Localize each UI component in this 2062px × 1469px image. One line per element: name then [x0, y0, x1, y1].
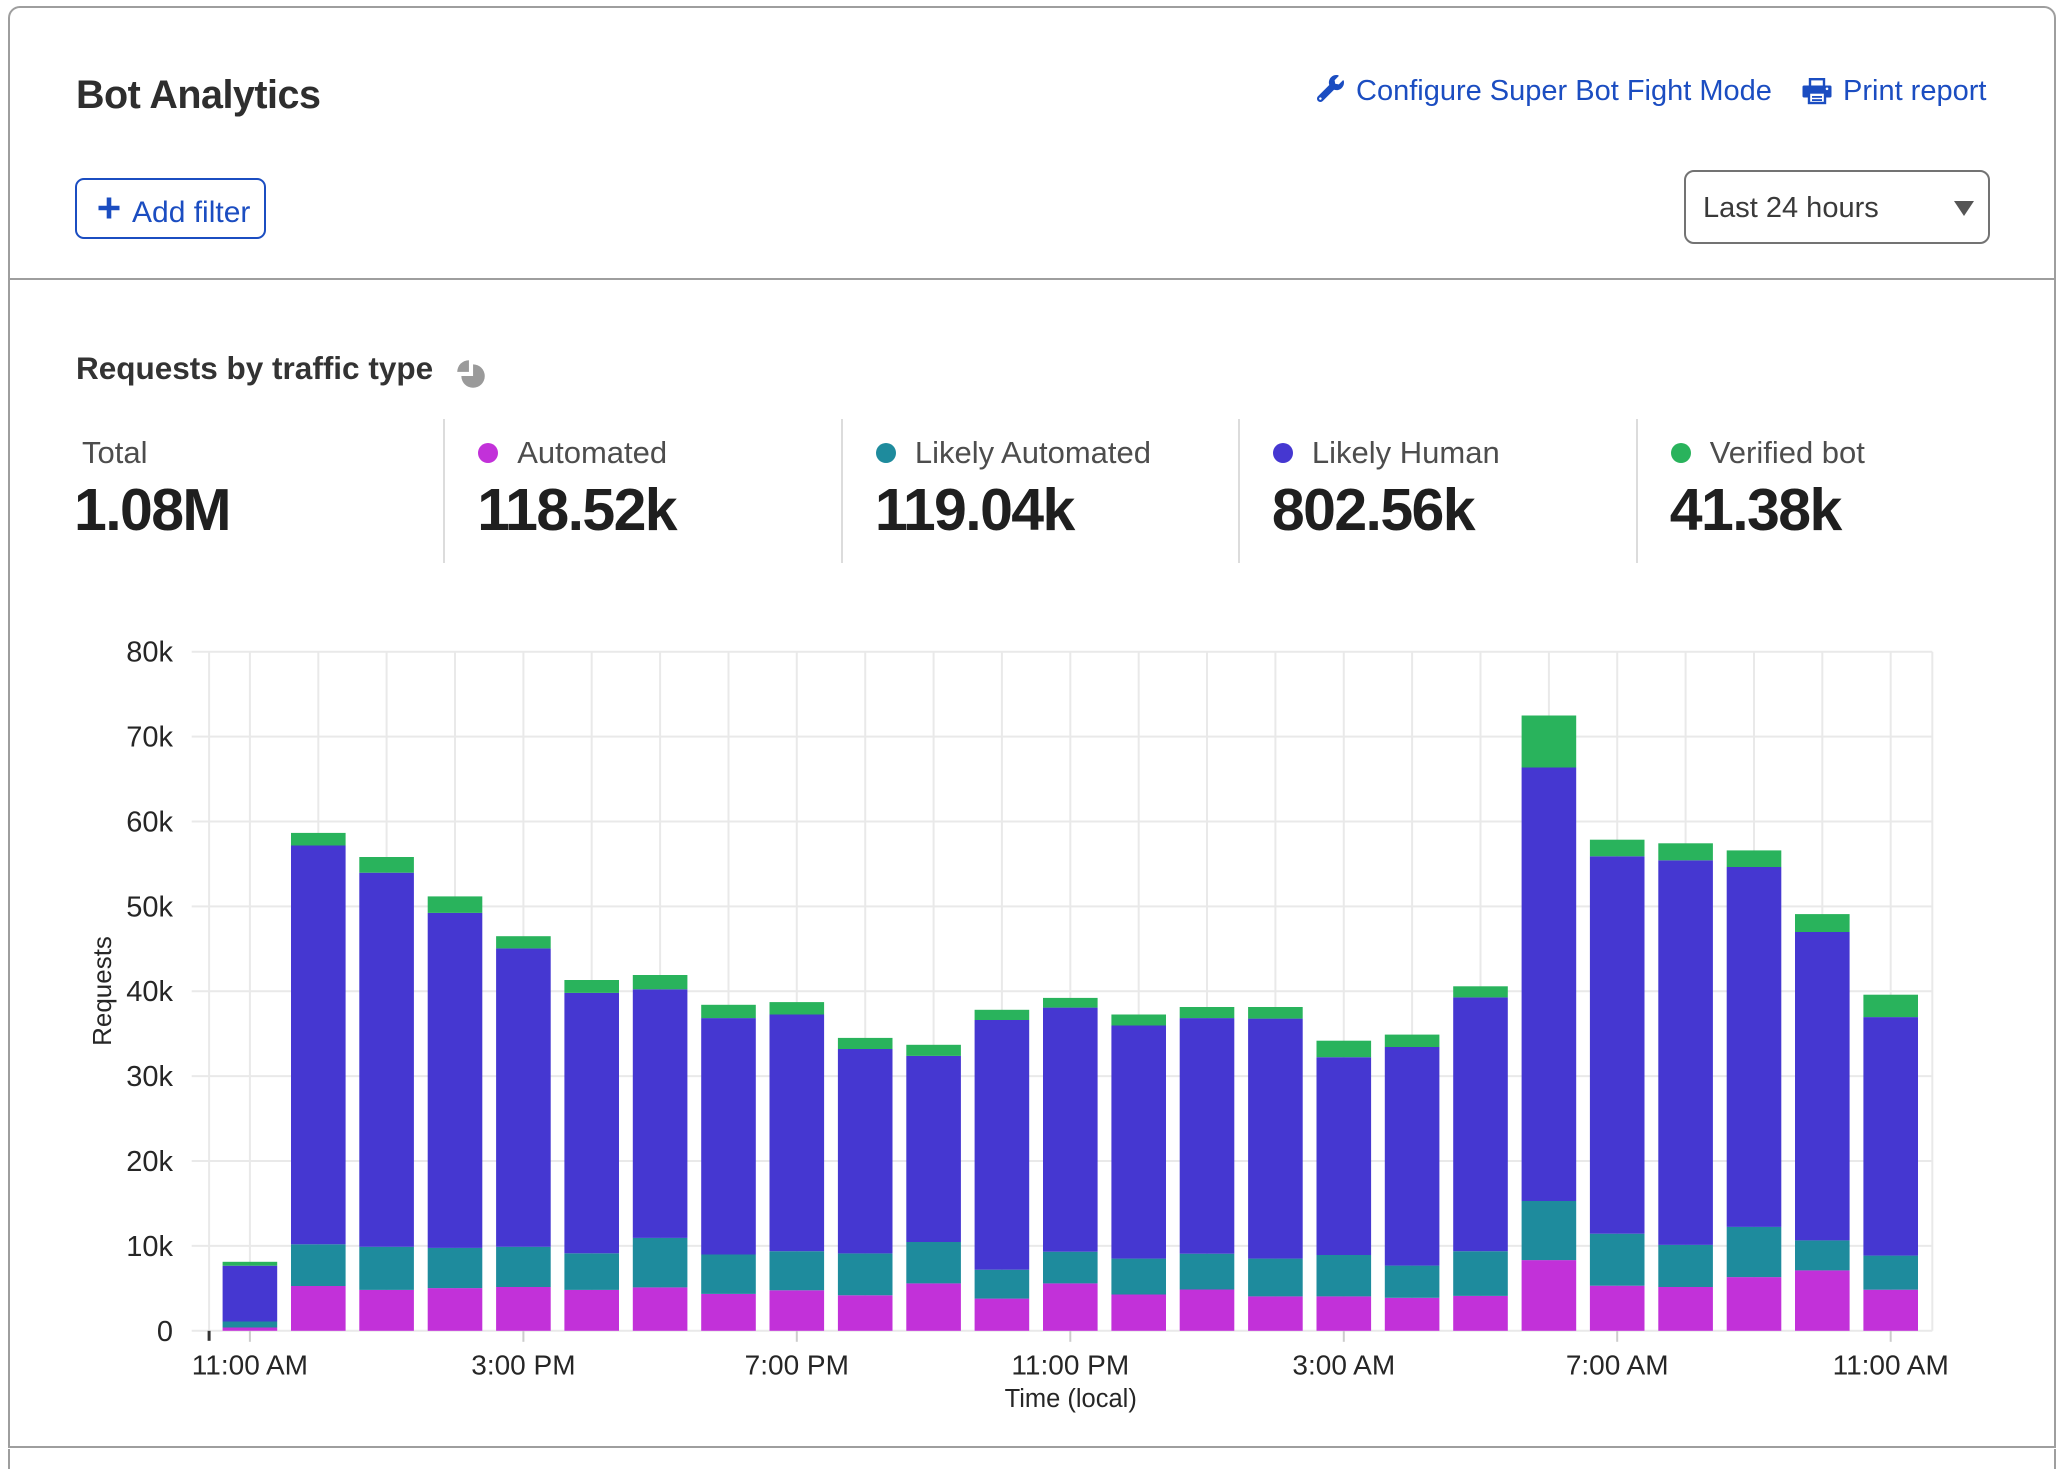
svg-text:30k: 30k — [126, 1061, 173, 1093]
svg-text:60k: 60k — [126, 807, 173, 839]
svg-text:70k: 70k — [126, 722, 173, 754]
svg-text:7:00 AM: 7:00 AM — [1566, 1350, 1669, 1381]
svg-text:10k: 10k — [126, 1231, 173, 1263]
svg-text:3:00 PM: 3:00 PM — [471, 1350, 575, 1381]
svg-text:50k: 50k — [126, 891, 173, 923]
svg-text:11:00 AM: 11:00 AM — [1833, 1350, 1949, 1381]
svg-text:Time (local): Time (local) — [1005, 1385, 1137, 1413]
svg-text:Requests: Requests — [87, 936, 117, 1046]
svg-text:0: 0 — [157, 1316, 173, 1348]
svg-text:20k: 20k — [126, 1146, 173, 1178]
svg-text:80k: 80k — [126, 637, 173, 669]
svg-text:7:00 PM: 7:00 PM — [745, 1350, 849, 1381]
svg-text:11:00 AM: 11:00 AM — [192, 1350, 308, 1381]
svg-text:3:00 AM: 3:00 AM — [1292, 1350, 1395, 1381]
svg-text:11:00 PM: 11:00 PM — [1011, 1350, 1129, 1381]
svg-text:40k: 40k — [126, 976, 173, 1008]
